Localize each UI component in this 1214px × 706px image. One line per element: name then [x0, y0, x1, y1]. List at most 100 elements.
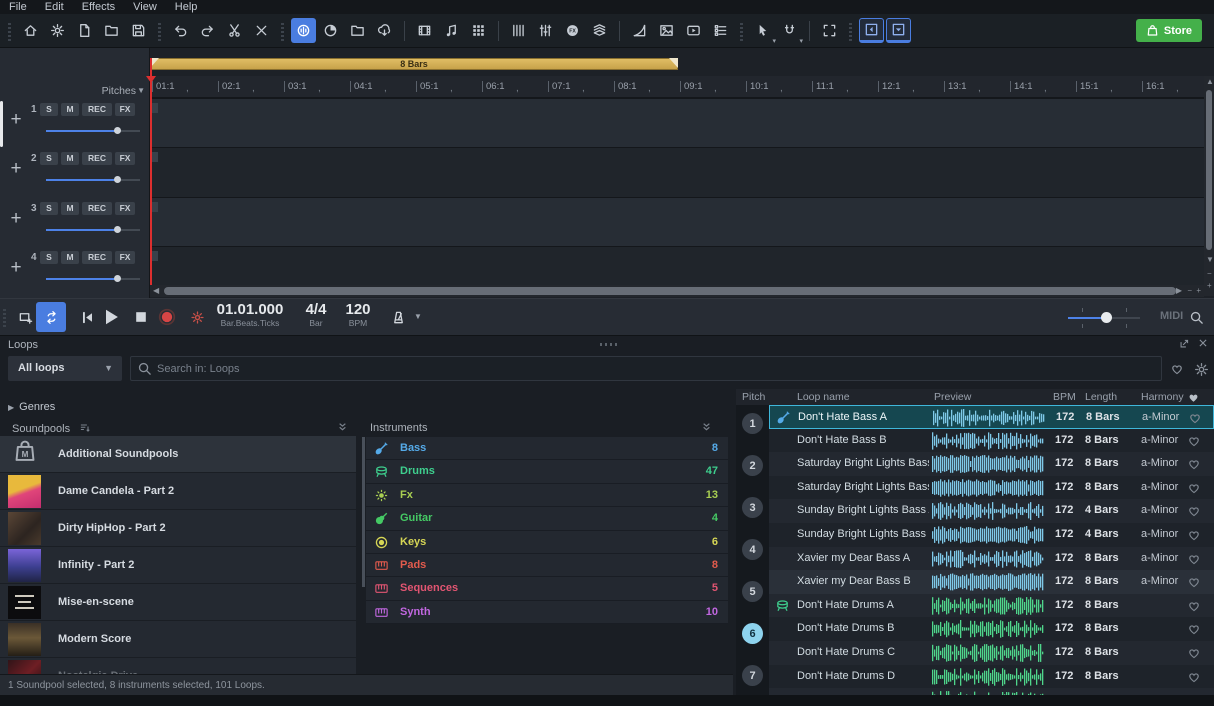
- playhead[interactable]: [150, 58, 152, 285]
- volume-knob[interactable]: [114, 127, 121, 134]
- timeline-range-bar[interactable]: 8 Bars: [150, 58, 678, 70]
- loop-row[interactable]: Don't Hate Drums D1728 Bars: [769, 665, 1214, 689]
- close-panel-icon[interactable]: [1198, 338, 1208, 348]
- track-1-fx-button[interactable]: FX: [115, 103, 135, 116]
- track-2-fx-button[interactable]: FX: [115, 152, 135, 165]
- piano-button[interactable]: [506, 18, 531, 43]
- track-3-rec-button[interactable]: REC: [82, 202, 112, 215]
- store-button[interactable]: Store: [1136, 19, 1202, 42]
- loop-row[interactable]: Don't Hate Bass A1728 Barsa-Minor: [769, 405, 1214, 429]
- add-track-button[interactable]: +: [6, 159, 26, 179]
- track-1-volume-slider[interactable]: [46, 127, 140, 135]
- track-4-fx-button[interactable]: FX: [115, 251, 135, 264]
- timeline-ruler[interactable]: 01:1,02:1,03:1,04:1,05:1,06:1,07:1,08:1,…: [150, 76, 1204, 98]
- matrix-button[interactable]: [466, 18, 491, 43]
- fullscreen-button[interactable]: [817, 18, 842, 43]
- track-4-rec-button[interactable]: REC: [82, 251, 112, 264]
- redo-button[interactable]: [195, 18, 220, 43]
- pitch-7-button[interactable]: 7: [742, 665, 763, 686]
- settings-button[interactable]: [45, 18, 70, 43]
- favorite-button[interactable]: [1187, 434, 1201, 448]
- arranger-track-lane[interactable]: [150, 98, 1204, 147]
- favorite-button[interactable]: [1187, 457, 1201, 471]
- scroll-up-icon[interactable]: ▲: [1206, 76, 1214, 88]
- metronome-caret-icon[interactable]: ▼: [414, 312, 422, 321]
- effects-button[interactable]: FX: [560, 18, 585, 43]
- arranger-grid[interactable]: [150, 98, 1204, 285]
- instruments-scrollbar[interactable]: [362, 437, 365, 587]
- transport-handle[interactable]: [3, 307, 6, 327]
- loop-row[interactable]: Xavier my Dear Bass A1728 Barsa-Minor: [769, 547, 1214, 571]
- menu-edit[interactable]: Edit: [36, 0, 73, 14]
- instrument-filter-synth[interactable]: Synth10: [366, 601, 728, 624]
- loop-row[interactable]: Don't Hate Drums A1728 Bars: [769, 594, 1214, 618]
- pitch-6-button[interactable]: 6: [742, 623, 763, 644]
- v-zoom-in-icon[interactable]: +: [1207, 280, 1212, 292]
- loops-filter-dropdown[interactable]: All loops ▼: [8, 356, 122, 381]
- favorite-button[interactable]: [1187, 504, 1201, 518]
- favorite-button[interactable]: [1187, 599, 1201, 613]
- soundpool-item[interactable]: Mise-en-scene: [0, 584, 356, 621]
- track-2-volume-slider[interactable]: [46, 176, 140, 184]
- column-header-length[interactable]: Length: [1085, 389, 1117, 405]
- column-header-favorite-icon[interactable]: [1187, 391, 1200, 404]
- scroll-left-icon[interactable]: ◀: [153, 285, 159, 297]
- favorite-button[interactable]: [1187, 528, 1201, 542]
- favorites-filter-button[interactable]: [1170, 362, 1184, 376]
- soundpool-grid-button[interactable]: [412, 18, 437, 43]
- genres-section-toggle[interactable]: ▶Genres: [8, 401, 55, 413]
- bpm-display[interactable]: 120 BPM: [340, 301, 376, 328]
- loop-waveform-preview[interactable]: [932, 455, 1044, 473]
- pitch-4-button[interactable]: 4: [742, 539, 763, 560]
- save-project-button[interactable]: [126, 18, 151, 43]
- track-3-s-button[interactable]: S: [40, 202, 58, 215]
- pitch-2-button[interactable]: 2: [742, 455, 763, 476]
- loop-waveform-preview[interactable]: [932, 550, 1044, 568]
- loop-waveform-preview[interactable]: [932, 668, 1044, 686]
- track-3-volume-slider[interactable]: [46, 226, 140, 234]
- instrument-filter-guitar[interactable]: Guitar4: [366, 507, 728, 530]
- track-4-m-button[interactable]: M: [61, 251, 79, 264]
- open-project-button[interactable]: [99, 18, 124, 43]
- loop-waveform-preview[interactable]: [932, 620, 1044, 638]
- snap-button[interactable]: ▾: [777, 18, 802, 43]
- column-header-pitch[interactable]: Pitch: [742, 389, 765, 405]
- loop-panel-button[interactable]: [886, 18, 911, 43]
- track-1-s-button[interactable]: S: [40, 103, 58, 116]
- signature-display[interactable]: 4/4 Bar: [298, 301, 334, 328]
- favorite-button[interactable]: [1187, 670, 1201, 684]
- soundpools-collapse-icon[interactable]: [336, 420, 349, 433]
- loop-row[interactable]: Don't Hate Bass B1728 Barsa-Minor: [769, 429, 1214, 453]
- mixer-button[interactable]: [533, 18, 558, 43]
- instrument-filter-keys[interactable]: Keys6: [366, 531, 728, 554]
- loops-settings-button[interactable]: [1194, 362, 1209, 377]
- media-pool-button[interactable]: [587, 18, 612, 43]
- track-2-s-button[interactable]: S: [40, 152, 58, 165]
- soundpool-item[interactable]: Nostalgia Drive: [0, 658, 356, 674]
- loop-row[interactable]: Don't Hate Drums B1728 Bars: [769, 617, 1214, 641]
- volume-slider-knob[interactable]: [1101, 312, 1112, 323]
- scroll-right-icon[interactable]: ▶: [1176, 285, 1182, 297]
- zoom-out-icon[interactable]: −: [1187, 285, 1192, 297]
- menu-help[interactable]: Help: [166, 0, 207, 14]
- pitches-dropdown[interactable]: Pitches ▼: [0, 85, 150, 98]
- loop-waveform-preview[interactable]: [932, 432, 1044, 450]
- playhead-marker[interactable]: [146, 76, 156, 83]
- v-zoom-out-icon[interactable]: −: [1207, 268, 1212, 280]
- cut-button[interactable]: [222, 18, 247, 43]
- column-header-loop-name[interactable]: Loop name: [797, 389, 850, 405]
- pitch-3-button[interactable]: 3: [742, 497, 763, 518]
- loop-waveform-preview[interactable]: [933, 409, 1045, 427]
- loop-waveform-preview[interactable]: [932, 597, 1044, 615]
- menu-file[interactable]: File: [0, 0, 36, 14]
- search-input[interactable]: [157, 358, 1137, 379]
- favorite-button[interactable]: [1187, 575, 1201, 589]
- zoom-search-button[interactable]: [1184, 302, 1208, 332]
- volume-knob[interactable]: [114, 176, 121, 183]
- favorite-button[interactable]: [1187, 552, 1201, 566]
- zoom-in-icon[interactable]: +: [1196, 285, 1201, 297]
- add-track-button[interactable]: +: [6, 258, 26, 278]
- audio-quantize-button[interactable]: [291, 18, 316, 43]
- video-button[interactable]: [681, 18, 706, 43]
- favorite-button[interactable]: [1188, 411, 1202, 425]
